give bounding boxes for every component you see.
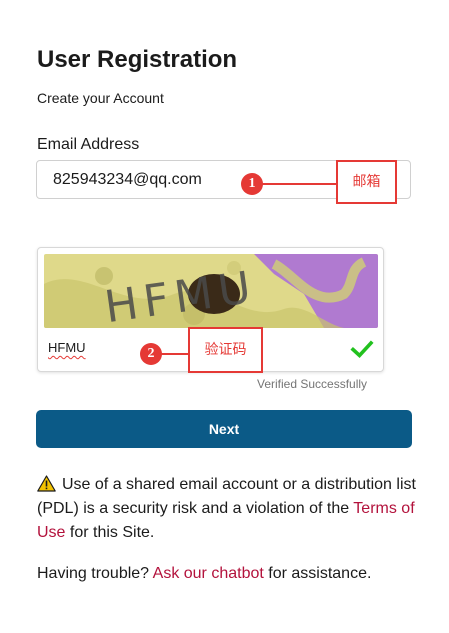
- annotation-badge-2: 2: [140, 343, 162, 365]
- annotation-line-2: [161, 353, 189, 355]
- next-button[interactable]: Next: [36, 410, 412, 448]
- help-text-before: Having trouble?: [37, 565, 153, 582]
- email-label: Email Address: [37, 136, 140, 153]
- annotation-label-2: 验证码: [188, 327, 263, 373]
- annotation-label-1: 邮箱: [336, 160, 397, 204]
- warning-text-after: for this Site.: [65, 524, 155, 541]
- help-text-after: for assistance.: [263, 565, 372, 582]
- annotation-line-1: [262, 183, 337, 185]
- check-icon: [350, 340, 374, 359]
- page-title: User Registration: [37, 46, 238, 73]
- warning-icon: [37, 475, 56, 492]
- verified-status: Verified Successfully: [257, 377, 368, 391]
- warning-message: Use of a shared email account or a distr…: [37, 473, 417, 545]
- captcha-image[interactable]: HFMU: [44, 254, 378, 328]
- captcha-input-text[interactable]: HFMU: [48, 340, 86, 355]
- annotation-badge-1: 1: [241, 173, 263, 195]
- chatbot-link[interactable]: Ask our chatbot: [153, 565, 264, 582]
- page-subtitle: Create your Account: [37, 90, 164, 106]
- help-message: Having trouble? Ask our chatbot for assi…: [37, 562, 427, 586]
